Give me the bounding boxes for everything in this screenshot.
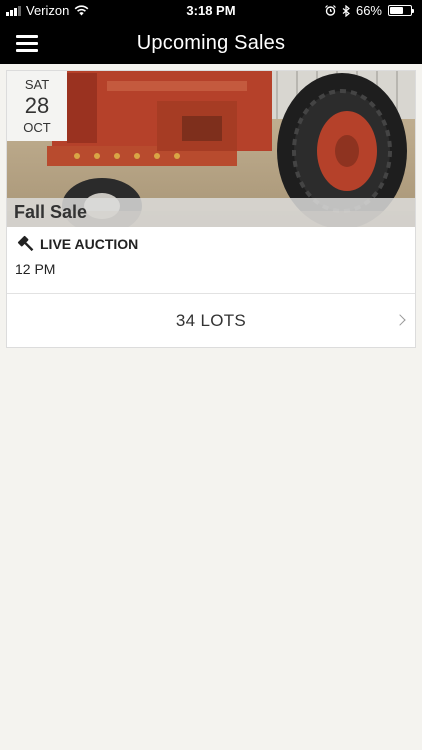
sale-title: Fall Sale — [14, 202, 88, 222]
nav-bar: Upcoming Sales — [0, 22, 422, 64]
date-badge: SAT 28 OCT — [7, 71, 67, 141]
gavel-icon — [17, 235, 34, 252]
status-right: 66% — [325, 3, 414, 18]
status-bar: Verizon 3:18 PM 66% — [0, 0, 422, 22]
battery-icon — [388, 5, 414, 16]
lots-button[interactable]: 34 LOTS — [7, 294, 415, 348]
bluetooth-icon — [342, 4, 350, 17]
date-day: 28 — [24, 93, 50, 118]
sale-time: 12 PM — [15, 261, 56, 277]
battery-percent: 66% — [355, 3, 382, 18]
date-day-of-week: SAT — [24, 77, 50, 92]
alarm-clock-icon — [325, 5, 336, 16]
sale-title-bar: Fall Sale — [7, 198, 415, 227]
sale-card[interactable]: SAT 28 OCT Fall Sale LIVE AUCTION 12 PM … — [6, 70, 416, 348]
auction-type: LIVE AUCTION — [17, 235, 138, 253]
page-title: Upcoming Sales — [136, 32, 286, 54]
sale-image[interactable]: SAT 28 OCT Fall Sale — [7, 71, 415, 227]
lots-count: 34 LOTS — [175, 311, 247, 330]
auction-type-label: LIVE AUCTION — [40, 236, 139, 252]
date-month: OCT — [23, 120, 51, 135]
battery-fill — [390, 7, 404, 14]
